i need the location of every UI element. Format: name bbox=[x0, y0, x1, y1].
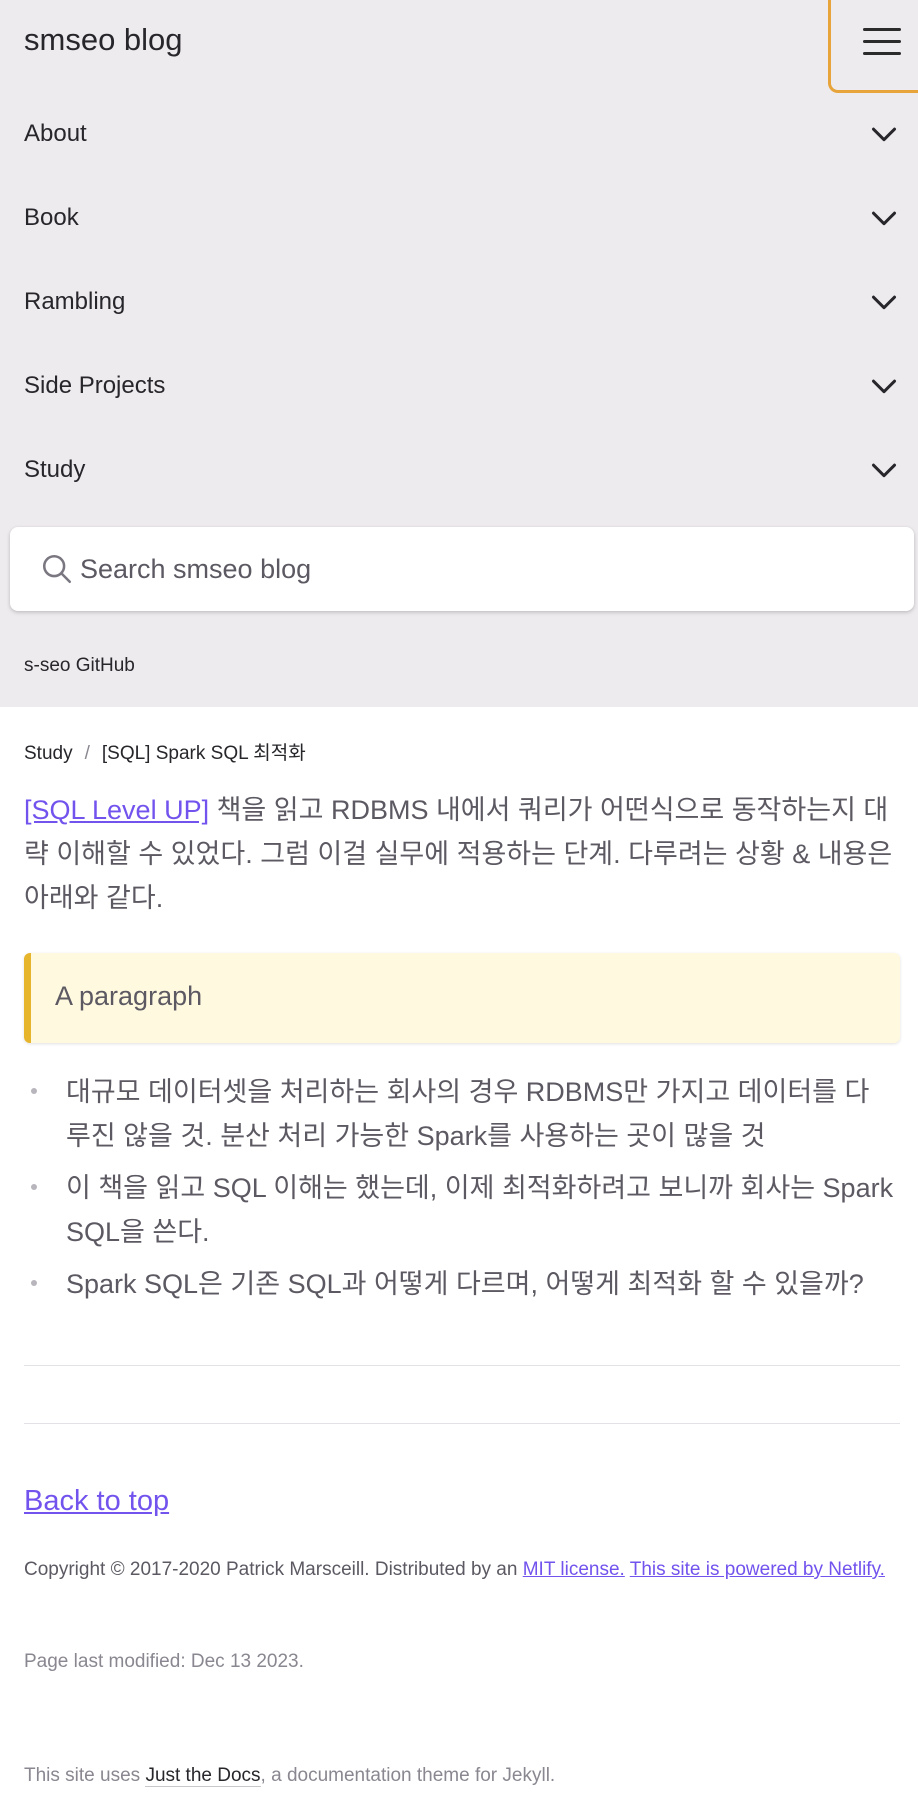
nav-item-side-projects[interactable]: Side Projects bbox=[0, 345, 918, 429]
breadcrumb-current: [SQL] Spark SQL 최적화 bbox=[101, 743, 306, 764]
site-nav: About Book Rambling Side Projects Study bbox=[0, 93, 918, 513]
breadcrumb-parent[interactable]: Study bbox=[24, 743, 73, 764]
chevron-down-icon[interactable] bbox=[870, 457, 898, 485]
copyright-text: Copyright © 2017-2020 Patrick Marsceill.… bbox=[24, 1559, 523, 1580]
bullet-icon bbox=[31, 1088, 37, 1094]
list-item: Spark SQL은 기존 SQL과 어떻게 다르며, 어떻게 최적화 할 수 … bbox=[24, 1262, 894, 1306]
mit-license-link[interactable]: MIT license. bbox=[523, 1559, 625, 1580]
github-link[interactable]: s-seo GitHub bbox=[24, 655, 135, 677]
breadcrumb-separator: / bbox=[84, 743, 90, 764]
nav-item-label: Book bbox=[24, 204, 79, 231]
list-item-text: Spark SQL은 기존 SQL과 어떻게 다르며, 어떻게 최적화 할 수 … bbox=[66, 1269, 864, 1299]
chevron-down-icon[interactable] bbox=[870, 205, 898, 233]
theme-prefix: This site uses bbox=[24, 1765, 146, 1786]
just-the-docs-link[interactable]: Just the Docs bbox=[145, 1765, 261, 1787]
site-header: smseo blog bbox=[0, 0, 918, 93]
divider bbox=[24, 1365, 900, 1366]
nav-item-label: Rambling bbox=[24, 288, 126, 315]
site-title[interactable]: smseo blog bbox=[24, 22, 183, 58]
list-item-text: 대규모 데이터셋을 처리하는 회사의 경우 RDBMS만 가지고 데이터를 다루… bbox=[66, 1077, 870, 1151]
copyright: Copyright © 2017-2020 Patrick Marsceill.… bbox=[24, 1555, 900, 1585]
nav-item-label: Side Projects bbox=[24, 372, 166, 399]
side-bar: smseo blog About Book Rambling Side Proj… bbox=[0, 0, 918, 707]
chevron-down-icon[interactable] bbox=[870, 121, 898, 149]
last-modified: Page last modified: Dec 13 2023. bbox=[24, 1651, 304, 1672]
nav-item-label: About bbox=[24, 120, 87, 147]
divider bbox=[24, 1423, 900, 1424]
bullet-icon bbox=[31, 1280, 37, 1286]
nav-item-study[interactable]: Study bbox=[0, 429, 918, 513]
nav-item-book[interactable]: Book bbox=[0, 177, 918, 261]
sql-level-up-link[interactable]: [SQL Level UP] bbox=[24, 795, 209, 825]
list-item-text: 이 책을 읽고 SQL 이해는 했는데, 이제 최적화하려고 보니까 회사는 S… bbox=[66, 1173, 894, 1247]
netlify-link[interactable]: This site is powered by Netlify. bbox=[630, 1559, 885, 1580]
bullet-list: 대규모 데이터셋을 처리하는 회사의 경우 RDBMS만 가지고 데이터를 다루… bbox=[24, 1070, 894, 1314]
bullet-icon bbox=[31, 1184, 37, 1190]
nav-item-about[interactable]: About bbox=[0, 93, 918, 177]
search-icon bbox=[42, 554, 72, 584]
nav-item-label: Study bbox=[24, 456, 86, 483]
search-box bbox=[10, 527, 914, 611]
breadcrumb: Study / [SQL] Spark SQL 최적화 bbox=[24, 738, 306, 765]
theme-credit: This site uses Just the Docs, a document… bbox=[24, 1765, 555, 1787]
theme-suffix: , a documentation theme for Jekyll. bbox=[260, 1765, 556, 1786]
search-input[interactable] bbox=[80, 549, 880, 589]
note-callout: A paragraph bbox=[24, 953, 900, 1043]
list-item: 대규모 데이터셋을 처리하는 회사의 경우 RDBMS만 가지고 데이터를 다루… bbox=[24, 1070, 894, 1158]
nav-item-rambling[interactable]: Rambling bbox=[0, 261, 918, 345]
chevron-down-icon[interactable] bbox=[870, 373, 898, 401]
menu-button[interactable] bbox=[828, 0, 918, 93]
back-to-top-link[interactable]: Back to top bbox=[24, 1485, 169, 1518]
list-item: 이 책을 읽고 SQL 이해는 했는데, 이제 최적화하려고 보니까 회사는 S… bbox=[24, 1166, 894, 1254]
chevron-down-icon[interactable] bbox=[870, 289, 898, 317]
note-text: A paragraph bbox=[55, 981, 203, 1011]
intro-paragraph: [SQL Level UP] 책을 읽고 RDBMS 내에서 쿼리가 어떤식으로… bbox=[24, 788, 894, 920]
